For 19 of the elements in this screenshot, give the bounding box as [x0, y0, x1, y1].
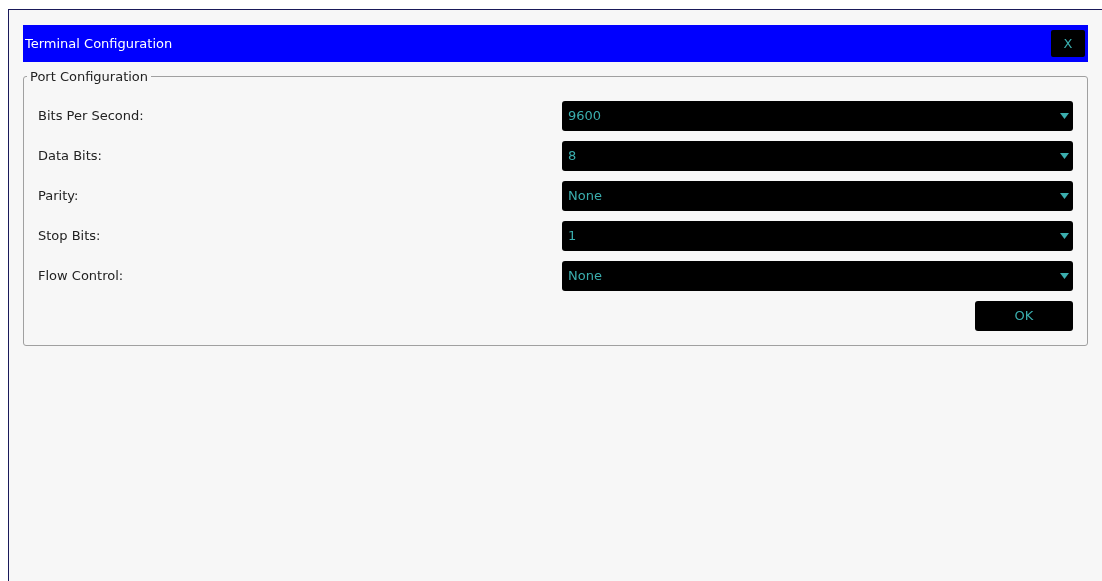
dropdown[interactable]: 9600 — [562, 100, 1073, 131]
field-label: Flow Control: — [38, 266, 125, 285]
caret-icon — [1060, 112, 1069, 119]
caret-icon — [1060, 272, 1069, 279]
ok-button[interactable]: OK — [975, 300, 1073, 331]
caret-icon — [1060, 152, 1069, 159]
caret-icon — [1060, 232, 1069, 239]
field-label: Stop Bits: — [38, 226, 102, 245]
field-label: Data Bits: — [38, 146, 103, 165]
group-title: Port Configuration — [29, 68, 150, 86]
dropdown[interactable]: 8 — [562, 140, 1073, 171]
dropdown[interactable]: None — [562, 180, 1073, 211]
window-title: Terminal Configuration — [25, 34, 173, 53]
caret-icon — [1060, 192, 1069, 199]
dropdown[interactable]: 1 — [562, 220, 1073, 251]
close-button[interactable]: X — [1051, 30, 1085, 57]
field-label: Parity: — [38, 186, 80, 205]
field-label: Bits Per Second: — [38, 106, 145, 125]
dropdown[interactable]: None — [562, 260, 1073, 291]
